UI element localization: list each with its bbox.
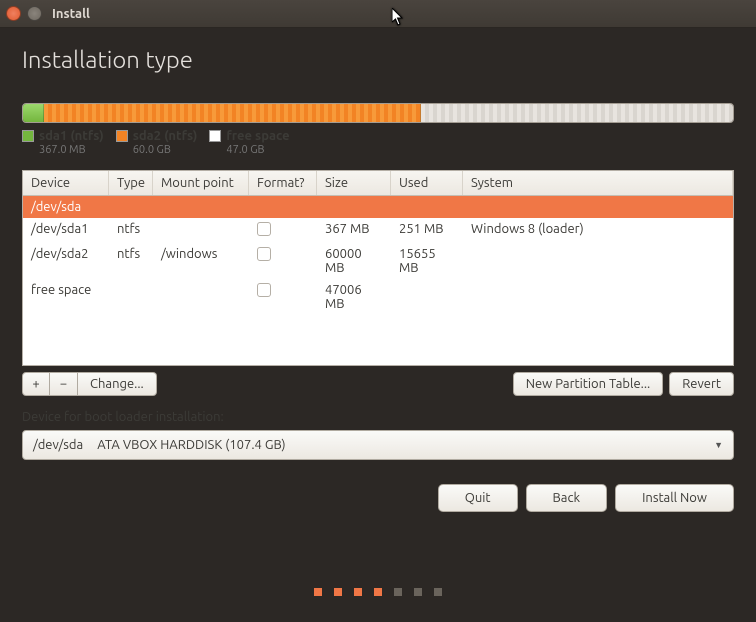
pager-dot[interactable] [374,588,382,596]
chevron-down-icon: ▼ [714,440,723,450]
new-partition-table-button[interactable]: New Partition Table... [513,372,664,396]
titlebar: Install [0,0,756,28]
table-header: Device Type Mount point Format? Size Use… [23,171,733,196]
partition-table: Device Type Mount point Format? Size Use… [22,170,734,366]
table-cell [153,279,249,315]
install-now-button[interactable]: Install Now [615,484,734,512]
col-type[interactable]: Type [109,171,153,195]
legend-size: 60.0 GB [133,144,198,156]
table-cell [153,218,249,243]
pager-dot[interactable] [434,588,442,596]
table-cell [463,279,733,315]
legend-label: sda2 (ntfs) [133,129,198,143]
bootloader-device-select[interactable]: /dev/sda ATA VBOX HARDDISK (107.4 GB) ▼ [22,430,734,460]
bootloader-desc: ATA VBOX HARDDISK (107.4 GB) [97,438,285,452]
table-cell [249,243,317,279]
table-cell: /dev/sda2 [23,243,109,279]
table-cell [317,196,391,218]
table-cell: 47006 MB [317,279,391,315]
format-checkbox[interactable] [257,222,271,236]
partition-segment-sda1[interactable] [23,104,44,122]
col-mountpoint[interactable]: Mount point [153,171,249,195]
table-cell: ntfs [109,243,153,279]
wizard-actions: Quit Back Install Now [22,484,734,512]
pager-dot[interactable] [334,588,342,596]
col-system[interactable]: System [463,171,733,195]
swatch-icon [22,130,34,142]
disk-usage-bar [22,103,734,123]
table-cell [391,196,463,218]
table-cell: /dev/sda [23,196,109,218]
partition-segment-free[interactable] [421,104,733,122]
table-cell: ntfs [109,218,153,243]
legend-size: 367.0 MB [39,144,104,156]
partition-segment-sda2[interactable] [44,104,420,122]
col-device[interactable]: Device [23,171,109,195]
format-checkbox[interactable] [257,283,271,297]
col-format[interactable]: Format? [249,171,317,195]
remove-partition-button[interactable]: − [50,372,78,396]
col-size[interactable]: Size [317,171,391,195]
table-row[interactable]: free space 47006 MB [23,279,733,315]
pager-dot[interactable] [354,588,362,596]
page-title: Installation type [22,46,734,73]
table-cell: /dev/sda1 [23,218,109,243]
swatch-icon [209,130,221,142]
legend-label: sda1 (ntfs) [39,129,104,143]
swatch-icon [116,130,128,142]
back-button[interactable]: Back [526,484,608,512]
table-cell: 367 MB [317,218,391,243]
table-cell: free space [23,279,109,315]
format-checkbox[interactable] [257,247,271,261]
add-partition-button[interactable]: + [22,372,50,396]
bootloader-device: /dev/sda [33,438,83,452]
change-partition-button[interactable]: Change... [78,372,157,396]
disk-legend: sda1 (ntfs) 367.0 MB sda2 (ntfs) 60.0 GB… [22,129,734,156]
table-cell [463,243,733,279]
table-cell [391,279,463,315]
legend-label: free space [226,129,289,143]
table-cell: 60000 MB [317,243,391,279]
table-cell [153,196,249,218]
table-cell [249,218,317,243]
table-cell [463,196,733,218]
legend-item-sda1: sda1 (ntfs) 367.0 MB [22,129,104,156]
table-cell [109,196,153,218]
step-pager [0,562,756,622]
pager-dot[interactable] [394,588,402,596]
col-used[interactable]: Used [391,171,463,195]
table-row[interactable]: /dev/sda2ntfs/windows 60000 MB15655 MB [23,243,733,279]
partition-toolbar: + − Change... New Partition Table... Rev… [22,372,734,396]
table-row[interactable]: /dev/sda [23,196,733,218]
quit-button[interactable]: Quit [438,484,518,512]
table-cell [109,279,153,315]
table-cell: Windows 8 (loader) [463,218,733,243]
pager-dot[interactable] [314,588,322,596]
legend-size: 47.0 GB [226,144,289,156]
minimize-icon[interactable] [27,6,42,21]
window-title: Install [52,7,90,21]
close-icon[interactable] [6,6,21,21]
legend-item-free: free space 47.0 GB [209,129,289,156]
table-row[interactable]: /dev/sda1ntfs 367 MB251 MBWindows 8 (load… [23,218,733,243]
table-cell: 251 MB [391,218,463,243]
bootloader-label: Device for boot loader installation: [22,410,734,424]
table-cell: /windows [153,243,249,279]
table-cell [249,279,317,315]
legend-item-sda2: sda2 (ntfs) 60.0 GB [116,129,198,156]
pager-dot[interactable] [414,588,422,596]
revert-button[interactable]: Revert [669,372,734,396]
table-cell [249,196,317,218]
table-cell: 15655 MB [391,243,463,279]
